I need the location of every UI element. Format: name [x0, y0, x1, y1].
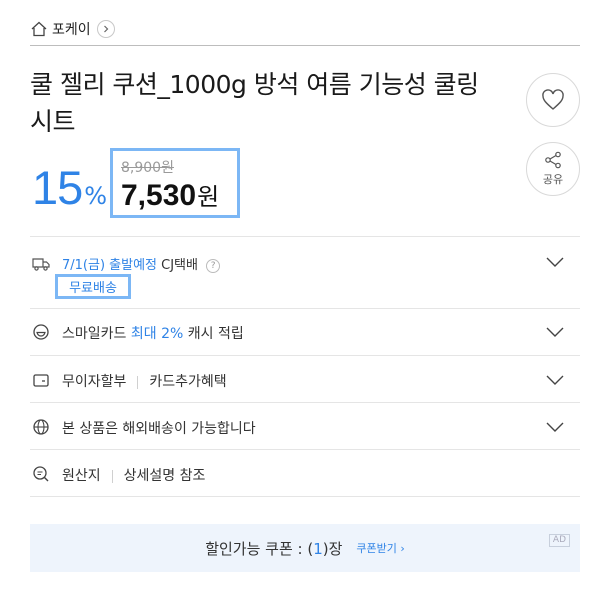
smilecard-highlight: 최대 2%: [130, 326, 184, 342]
smilecard-row[interactable]: 스마일카드 최대 2% 캐시 적립: [30, 308, 580, 355]
store-bar: 포케이: [30, 12, 580, 46]
discount-number: 15: [32, 161, 83, 214]
installment-text: 무이자할부 카드추가혜택: [62, 371, 227, 391]
origin-value: 상세설명 참조: [123, 468, 206, 484]
installment-benefit: 카드추가혜택: [149, 374, 227, 390]
divider: [111, 469, 113, 483]
original-price: 8,900원: [121, 160, 174, 176]
divider: [137, 375, 139, 389]
wallet-icon: [33, 374, 49, 387]
coupon-banner[interactable]: 할인가능 쿠폰 : (1)장 쿠폰받기 › AD: [30, 524, 580, 572]
store-name[interactable]: 포케이: [52, 19, 91, 39]
coupon-label-suffix: )장: [322, 539, 343, 558]
global-shipping-text: 본 상품은 해외배송이 가능합니다: [62, 421, 256, 437]
product-title: 쿨 젤리 쿠션_1000g 방석 여름 기능성 쿨링 시트: [30, 70, 479, 136]
share-button[interactable]: 공유: [526, 142, 580, 196]
origin-label: 원산지: [62, 468, 101, 484]
final-price-number: 7,530: [121, 179, 197, 212]
final-price: 7,530 원: [121, 177, 219, 213]
origin-row: 원산지 상세설명 참조: [30, 449, 580, 497]
installment-row[interactable]: 무이자할부 카드추가혜택: [30, 355, 580, 402]
chevron-right-icon: [103, 25, 108, 32]
chevron-down-icon[interactable]: [546, 327, 564, 337]
chevron-down-icon[interactable]: [546, 375, 564, 385]
wishlist-button[interactable]: [526, 73, 580, 127]
search-detail-icon: [33, 466, 49, 482]
chevron-down-icon[interactable]: [546, 422, 564, 432]
home-icon[interactable]: [30, 20, 48, 38]
price-box: 8,900원 7,530 원: [110, 148, 240, 218]
delivery-info: 7/1(금) 출발예정 CJ택배 ?: [62, 254, 221, 273]
heart-icon: [542, 89, 564, 110]
truck-icon: [32, 258, 50, 271]
chevron-down-icon[interactable]: [546, 257, 564, 267]
coupon-label-prefix: 할인가능 쿠폰 : (: [205, 539, 314, 558]
final-price-unit: 원: [197, 183, 220, 211]
globe-icon: [33, 419, 49, 435]
free-shipping-badge: 무료배송: [55, 274, 131, 299]
ad-badge: AD: [548, 534, 570, 547]
delivery-date: 7/1(금) 출발예정: [62, 258, 157, 273]
global-shipping-row[interactable]: 본 상품은 해외배송이 가능합니다: [30, 402, 580, 449]
coupon-count: 1: [313, 539, 323, 558]
discount-sign: %: [84, 182, 108, 210]
share-icon: [545, 151, 561, 169]
smilecard-text: 스마일카드 최대 2% 캐시 적립: [62, 323, 244, 343]
help-icon[interactable]: ?: [206, 258, 221, 273]
installment-label: 무이자할부: [62, 374, 127, 390]
smilecard-suffix: 캐시 적립: [187, 326, 244, 342]
coupon-label: 할인가능 쿠폰 : (1)장: [205, 538, 342, 559]
smilecard-label: 스마일카드: [62, 326, 127, 342]
smile-icon: [33, 324, 49, 340]
store-link-button[interactable]: [96, 19, 115, 38]
share-label: 공유: [542, 173, 564, 186]
discount-rate: 15 %: [32, 160, 107, 215]
delivery-carrier: CJ택배: [161, 258, 198, 273]
origin-text: 원산지 상세설명 참조: [62, 465, 205, 485]
delivery-row[interactable]: 7/1(금) 출발예정 CJ택배 ? 무료배송: [30, 236, 580, 308]
get-coupon-link[interactable]: 쿠폰받기 ›: [356, 540, 404, 556]
